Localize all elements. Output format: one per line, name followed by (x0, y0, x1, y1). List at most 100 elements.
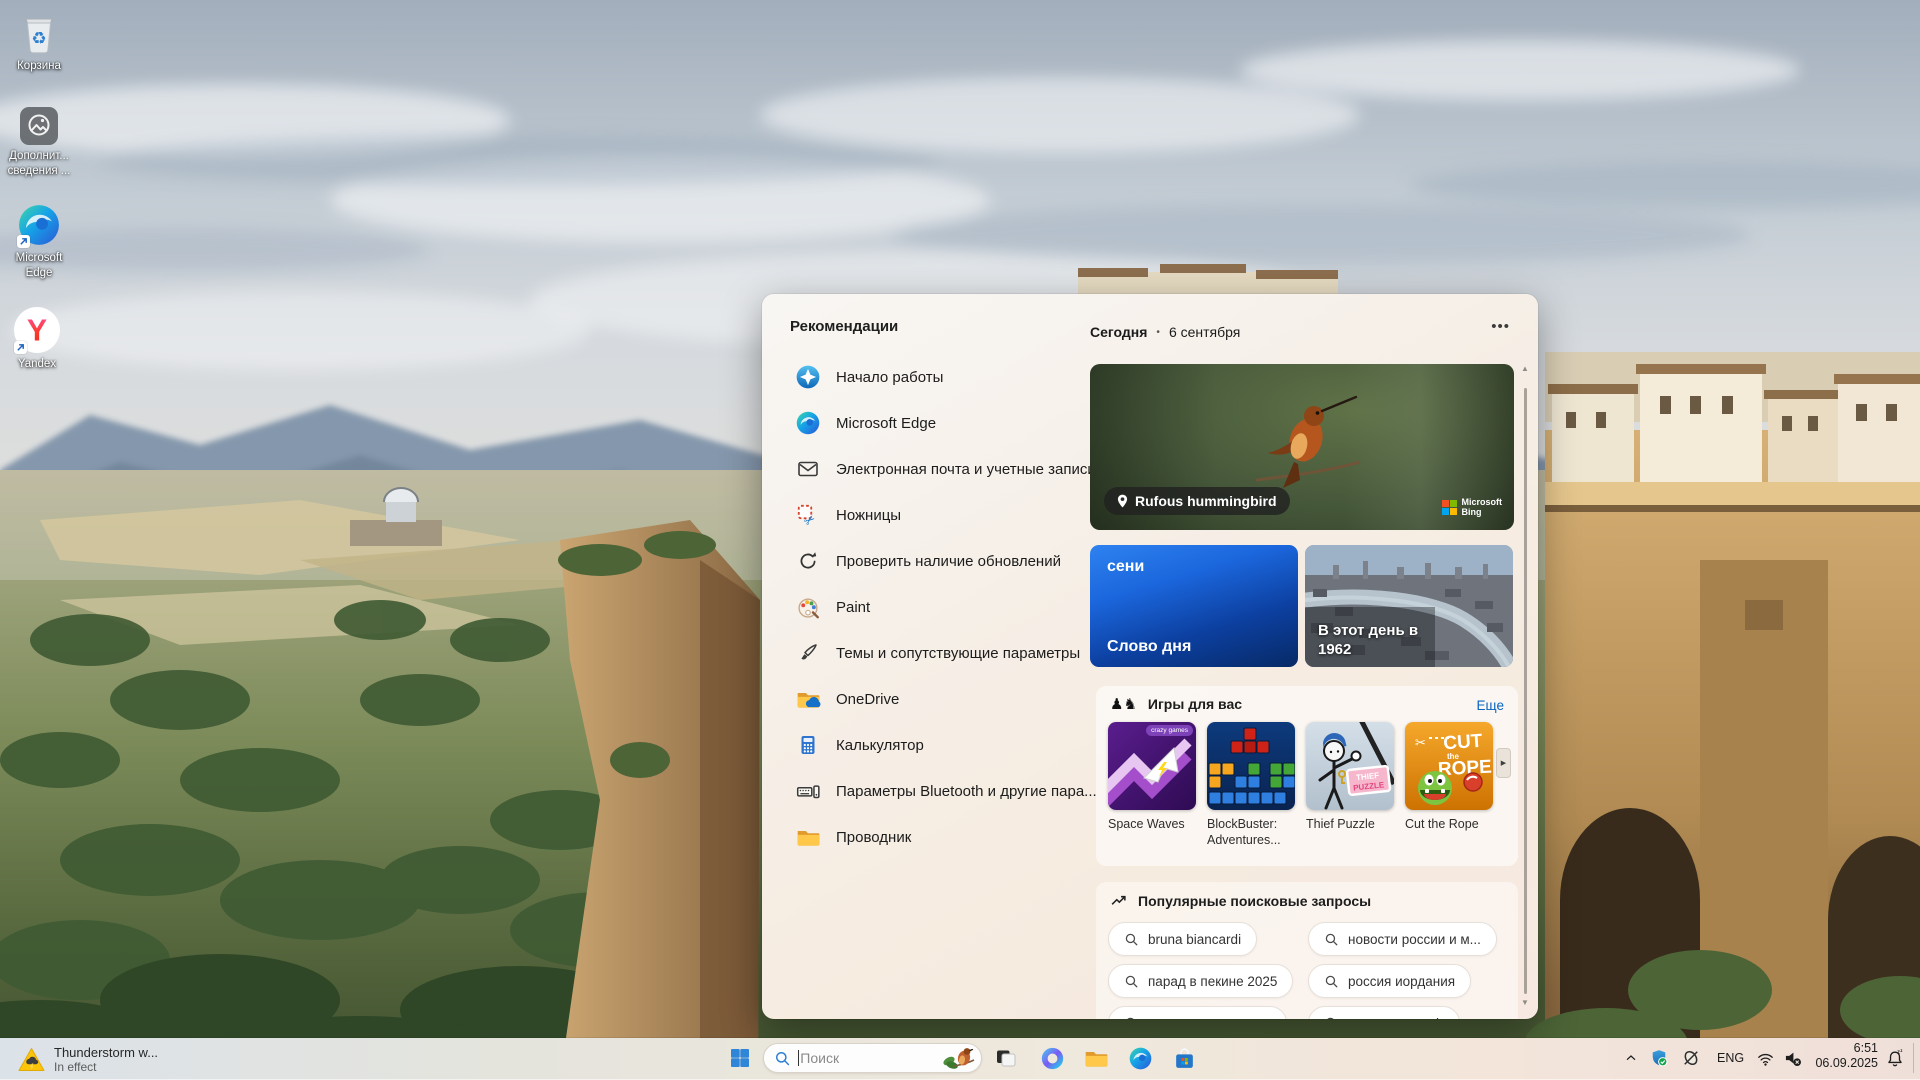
tray-clock[interactable]: 6:51 06.09.2025 (1800, 1041, 1878, 1071)
desktop-icon-label: сведения ... (0, 164, 78, 179)
more-options-icon[interactable]: ••• (1491, 318, 1510, 335)
snipping-tool-icon: ✂ (795, 502, 821, 528)
microsoft-store-button[interactable] (1170, 1044, 1198, 1072)
rec-item-themes[interactable]: Темы и сопутствующие параметры (786, 630, 1082, 676)
search-highlight-bird-icon[interactable] (942, 1046, 976, 1070)
desktop-icon-yandex[interactable]: Y Yandex (4, 304, 70, 372)
popular-searches-title: Популярные поисковые запросы (1138, 893, 1371, 909)
rec-item-file-explorer[interactable]: Проводник (786, 814, 1082, 860)
desktop-icon-microsoft-edge[interactable]: Microsoft Edge (6, 200, 72, 281)
word-of-day: сени (1107, 558, 1144, 576)
svg-text:♻: ♻ (31, 29, 46, 48)
desktop-icon-recycle-bin[interactable]: ♻ Корзина (6, 8, 72, 74)
rec-item-microsoft-edge[interactable]: Microsoft Edge (786, 400, 1082, 446)
tray-show-hidden-icons-button[interactable] (1618, 1044, 1644, 1072)
copilot-button[interactable] (1038, 1044, 1066, 1072)
crazy-games-badge: crazy games (1146, 725, 1193, 736)
rec-item-snipping-tool[interactable]: ✂ Ножницы (786, 492, 1082, 538)
hero-title-pill[interactable]: Rufous hummingbird (1104, 487, 1290, 515)
bing-brand-line: Bing (1462, 507, 1503, 517)
search-chip[interactable]: парад в пекине 2025 (1108, 964, 1293, 998)
show-desktop-button[interactable] (1913, 1043, 1914, 1073)
edge-browser-button[interactable] (1126, 1044, 1154, 1072)
rec-item-get-started[interactable]: Начало работы (786, 354, 1082, 400)
microsoft-store-icon (1172, 1046, 1197, 1071)
search-input[interactable] (800, 1050, 942, 1066)
tray-date: 06.09.2025 (1800, 1056, 1878, 1071)
desktop-icon-additional-info[interactable]: Дополнит... сведения ... (6, 104, 72, 179)
weather-alert-icon (18, 1047, 45, 1072)
rec-item-onedrive[interactable]: OneDrive (786, 676, 1082, 722)
rec-item-check-updates[interactable]: Проверить наличие обновлений (786, 538, 1082, 584)
picture-file-icon (19, 104, 59, 146)
scrollbar-down-icon[interactable]: ▼ (1519, 998, 1531, 1007)
rec-item-mail-accounts[interactable]: Электронная почта и учетные записи (786, 446, 1082, 492)
weather-widget-status: In effect (54, 1060, 158, 1074)
bing-hero-card[interactable]: Rufous hummingbird Microsoft Bing (1090, 364, 1514, 530)
search-chip[interactable]: телеграмм web (1308, 1006, 1460, 1019)
scrollbar[interactable] (1524, 388, 1527, 994)
wifi-icon (1756, 1049, 1775, 1068)
file-explorer-icon (795, 824, 821, 850)
rec-item-label: Электронная почта и учетные записи (836, 461, 1096, 478)
svg-text:CUT: CUT (1443, 731, 1484, 755)
mail-icon (795, 456, 821, 482)
bing-logo: Microsoft Bing (1442, 497, 1503, 517)
search-chip[interactable]: новости россии и м... (1308, 922, 1497, 956)
get-started-icon (795, 364, 821, 390)
task-view-button[interactable] (992, 1044, 1020, 1072)
games-next-page-button[interactable]: ▶ (1496, 748, 1511, 778)
word-of-day-card[interactable]: сени Слово дня (1090, 545, 1298, 667)
search-icon (1124, 1016, 1139, 1020)
desktop-screen: ♻ Корзина Дополнит... сведения ... Micro… (0, 0, 1920, 1080)
themes-brush-icon (795, 640, 821, 666)
start-button[interactable] (726, 1044, 754, 1072)
tray-language-indicator[interactable]: ENG (1717, 1051, 1744, 1065)
search-chip[interactable]: новости ростова-на (1108, 1006, 1287, 1019)
rec-item-label: Microsoft Edge (836, 415, 936, 432)
taskbar-search-box[interactable] (763, 1043, 982, 1073)
game-tile-label: Cut the Rope (1405, 816, 1499, 832)
game-tile-blockbuster[interactable] (1207, 722, 1295, 810)
file-explorer-button[interactable] (1082, 1044, 1110, 1072)
search-chip[interactable]: россия иордания (1308, 964, 1471, 998)
update-refresh-icon (795, 548, 821, 574)
word-of-day-caption: Слово дня (1107, 638, 1191, 656)
search-icon (1124, 932, 1139, 947)
dot-separator: • (1156, 327, 1160, 338)
bing-brand-line: Microsoft (1462, 497, 1503, 507)
game-tile-label: BlockBuster: Adventures... (1207, 816, 1301, 848)
today-header: Сегодня • 6 сентября (1090, 324, 1240, 340)
weather-widget[interactable]: Thunderstorm w... In effect (10, 1040, 166, 1078)
devices-keyboard-icon (795, 778, 821, 804)
tray-notifications-button[interactable]: z z (1882, 1044, 1908, 1072)
game-tile-label: Thief Puzzle (1306, 816, 1400, 832)
game-tile-cut-the-rope[interactable]: ✂ CUT the ROPE (1405, 722, 1493, 810)
on-this-day-label: В этот день в 1962 (1318, 621, 1418, 659)
windows-logo-icon (728, 1046, 752, 1070)
games-section: ♟♞ Игры для вас Еще crazy games Space Wa… (1096, 686, 1518, 866)
search-icon (1324, 1016, 1339, 1020)
tray-mouse-disabled-button[interactable] (1678, 1044, 1704, 1072)
edge-icon (795, 410, 821, 436)
rec-item-calculator[interactable]: Калькулятор (786, 722, 1082, 768)
games-more-link[interactable]: Еще (1477, 698, 1504, 713)
rec-item-paint[interactable]: Paint (786, 584, 1082, 630)
desktop-icon-label: Microsoft (0, 251, 78, 266)
shortcut-arrow-icon (14, 341, 27, 354)
rec-item-label: Проверить наличие обновлений (836, 553, 1061, 570)
svg-text:Y: Y (27, 314, 47, 347)
game-tile-space-waves[interactable]: crazy games (1108, 722, 1196, 810)
rec-item-bluetooth-devices[interactable]: Параметры Bluetooth и другие пара... (786, 768, 1082, 814)
mouse-disabled-icon (1681, 1048, 1701, 1068)
text-caret (798, 1050, 799, 1066)
yandex-icon: Y (13, 304, 61, 354)
tray-wifi-button[interactable] (1752, 1044, 1778, 1072)
today-label: Сегодня (1090, 324, 1147, 340)
search-chip[interactable]: bruna biancardi (1108, 922, 1257, 956)
tray-security-button[interactable] (1646, 1044, 1672, 1072)
paint-icon (795, 594, 821, 620)
on-this-day-card[interactable]: В этот день в 1962 (1305, 545, 1513, 667)
game-tile-thief-puzzle[interactable]: THIEF PUZZLE (1306, 722, 1394, 810)
scrollbar-up-icon[interactable]: ▲ (1519, 364, 1531, 373)
